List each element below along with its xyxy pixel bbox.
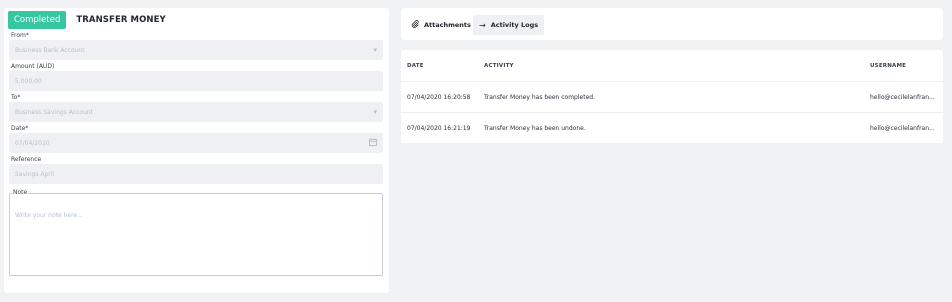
reference-field: Reference Savings April [9, 156, 383, 184]
row-activity: Transfer Money has been undone. [484, 125, 586, 132]
tab-activity-logs-label: Activity Logs [490, 21, 539, 29]
amount-label: Amount (AUD) [11, 63, 55, 70]
row-date: 07/04/2020 16:21:19 [407, 125, 471, 132]
amount-input[interactable]: 5,000.00 [9, 71, 383, 91]
tab-bar: Attachments → Activity Logs [401, 8, 943, 40]
form-header: Completed TRANSFER MONEY [8, 11, 166, 29]
from-label: From* [11, 32, 29, 39]
row-username: hello@cecilelanfran... [870, 94, 935, 101]
chevron-down-icon: ▾ [373, 108, 377, 116]
amount-value: 5,000.00 [15, 77, 42, 85]
tab-activity-logs[interactable]: → Activity Logs [473, 15, 545, 35]
note-label: Note [12, 189, 29, 196]
table-row: 07/04/2020 16:20:58 Transfer Money has b… [401, 81, 943, 112]
activity-log-table: DATE ACTIVITY USERNAME 07/04/2020 16:20:… [401, 50, 943, 143]
row-username: hello@cecilelanfran... [870, 125, 935, 132]
to-label: To* [11, 94, 21, 101]
to-value: Business Savings Account [15, 108, 93, 116]
date-value: 07/04/2020 [15, 139, 50, 147]
date-label: Date* [11, 125, 29, 132]
row-date: 07/04/2020 16:20:58 [407, 94, 471, 101]
column-header-date: DATE [407, 63, 424, 69]
table-row: 07/04/2020 16:21:19 Transfer Money has b… [401, 112, 943, 143]
reference-value: Savings April [15, 170, 55, 178]
reference-label: Reference [11, 156, 42, 163]
note-placeholder: Write your note here... [15, 212, 83, 219]
to-select[interactable]: Business Savings Account ▾ [9, 102, 383, 122]
page-title: TRANSFER MONEY [76, 15, 166, 25]
date-input[interactable]: 07/04/2020 [9, 133, 383, 153]
column-header-username: USERNAME [870, 63, 907, 69]
paperclip-icon [411, 20, 419, 30]
calendar-icon[interactable] [369, 138, 377, 148]
column-header-activity: ACTIVITY [484, 63, 514, 69]
status-badge: Completed [8, 11, 67, 29]
date-field: Date* 07/04/2020 [9, 125, 383, 153]
from-value: Business Bank Account [15, 46, 85, 54]
from-field: From* Business Bank Account ▾ [9, 32, 383, 60]
note-textarea[interactable]: Write your note here... [9, 193, 383, 276]
to-field: To* Business Savings Account ▾ [9, 94, 383, 122]
chevron-down-icon: ▾ [373, 46, 377, 54]
tab-attachments-label: Attachments [424, 21, 471, 29]
amount-field: Amount (AUD) 5,000.00 [9, 63, 383, 91]
row-activity: Transfer Money has been completed. [484, 94, 595, 101]
from-select[interactable]: Business Bank Account ▾ [9, 40, 383, 60]
tab-attachments[interactable]: Attachments [405, 15, 477, 35]
reference-input[interactable]: Savings April [9, 164, 383, 184]
arrow-right-icon: → [479, 20, 486, 30]
